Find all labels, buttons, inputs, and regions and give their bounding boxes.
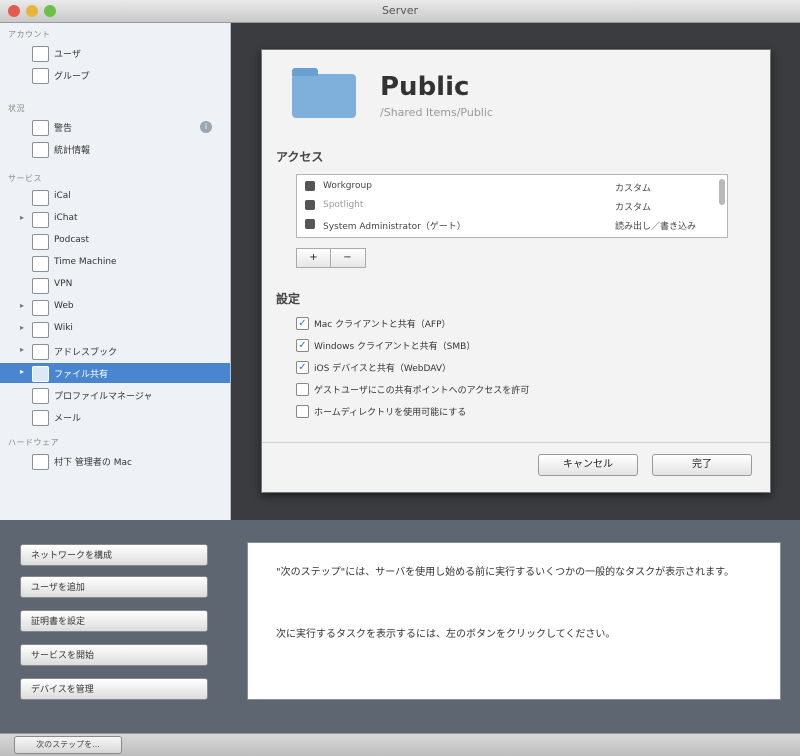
sidebar-section-hardware: ハードウェア (8, 438, 59, 447)
vpn-icon (32, 278, 49, 294)
add-remove-buttons: + − (296, 248, 366, 268)
disclosure-icon[interactable]: ▸ (20, 345, 24, 354)
sidebar-item-file-sharing[interactable]: ▸ ファイル共有 (0, 363, 230, 383)
disclosure-icon[interactable]: ▸ (20, 301, 24, 310)
content-pane: Public /Shared Items/Public アクセス Workgro… (231, 23, 800, 520)
chat-icon (32, 212, 49, 228)
webdav-checkbox-row[interactable]: ✓ iOS デバイスと共有（WebDAV） (296, 358, 716, 376)
add-users-button[interactable]: ユーザを追加 (20, 576, 208, 598)
group-icon (32, 68, 49, 84)
web-icon (32, 300, 49, 316)
sidebar-item-mail[interactable]: メール (0, 407, 230, 427)
disclosure-icon[interactable]: ▸ (20, 367, 24, 376)
next-steps-pane: ネットワークを構成 ユーザを追加 証明書を設定 サービスを開始 デバイスを管理 … (0, 520, 800, 733)
sidebar-item-web[interactable]: ▸ Web (0, 297, 230, 317)
message-line-1: "次のステップ"には、サーバを使用し始める前に実行するいくつかの一般的なタスクが… (276, 567, 735, 578)
guest-access-checkbox-row[interactable]: ゲストユーザにこの共有ポイントへのアクセスを許可 (296, 380, 716, 398)
checkbox[interactable] (296, 383, 309, 396)
sidebar-item-profile-manager[interactable]: プロファイルマネージャ (0, 385, 230, 405)
access-row[interactable]: System Administrator（ゲート） 読み出し／書き込み (297, 215, 711, 234)
checkbox[interactable] (296, 405, 309, 418)
sidebar-item-ical[interactable]: iCal (0, 187, 230, 207)
mac-icon (32, 454, 49, 470)
divider (262, 442, 770, 443)
next-steps-message: "次のステップ"には、サーバを使用し始める前に実行するいくつかの一般的なタスクが… (247, 542, 781, 700)
access-row[interactable]: Workgroup カスタム (297, 177, 711, 196)
sidebar-item-podcast[interactable]: Podcast (0, 231, 230, 251)
window-title: Server (381, 4, 419, 17)
profile-manager-icon (32, 388, 49, 404)
configure-network-button[interactable]: ネットワークを構成 (20, 544, 208, 566)
sidebar-section-accounts: アカウント (8, 30, 51, 39)
file-sharing-icon (32, 366, 49, 382)
sidebar-item-mac[interactable]: 村下 管理者の Mac (0, 451, 230, 471)
message-line-2: 次に実行するタスクを表示するには、左のボタンをクリックしてください。 (276, 629, 616, 640)
sidebar-item-vpn[interactable]: VPN (0, 275, 230, 295)
info-icon[interactable]: i (200, 121, 212, 133)
checkbox[interactable]: ✓ (296, 339, 309, 352)
user-icon (305, 219, 315, 229)
done-button[interactable]: 完了 (652, 454, 752, 476)
add-button[interactable]: + (297, 249, 330, 267)
sidebar-item-alerts[interactable]: 警告 i (0, 117, 230, 137)
manage-devices-button[interactable]: デバイスを管理 (20, 678, 208, 700)
share-settings-sheet: Public /Shared Items/Public アクセス Workgro… (261, 49, 771, 493)
access-heading: アクセス (276, 150, 324, 164)
podcast-icon (32, 234, 49, 250)
access-row[interactable]: Spotlight カスタム (297, 196, 711, 215)
wiki-icon (32, 322, 49, 338)
next-steps-toggle-button[interactable]: 次のステップを... (14, 736, 122, 754)
setup-certificate-button[interactable]: 証明書を設定 (20, 610, 208, 632)
disclosure-icon[interactable]: ▸ (20, 323, 24, 332)
access-list-scrollbar[interactable] (719, 179, 725, 205)
sidebar-section-services: サービス (8, 174, 42, 183)
share-title: Public (380, 72, 470, 102)
sidebar-item-wiki[interactable]: ▸ Wiki (0, 319, 230, 339)
title-bar: Server (0, 0, 800, 23)
checkbox[interactable]: ✓ (296, 317, 309, 330)
smb-checkbox-row[interactable]: ✓ Windows クライアントと共有（SMB） (296, 336, 716, 354)
share-path: /Shared Items/Public (380, 106, 493, 119)
folder-icon (292, 68, 356, 118)
mail-icon (32, 410, 49, 426)
sidebar-item-time-machine[interactable]: Time Machine (0, 253, 230, 273)
user-icon (305, 200, 315, 210)
time-machine-icon (32, 256, 49, 272)
stats-icon (32, 142, 49, 158)
settings-heading: 設定 (276, 292, 301, 306)
alert-icon (32, 120, 49, 136)
address-book-icon (32, 344, 49, 360)
checkbox[interactable]: ✓ (296, 361, 309, 374)
group-icon (305, 181, 315, 191)
disclosure-icon[interactable]: ▸ (20, 213, 24, 222)
cancel-button[interactable]: キャンセル (538, 454, 638, 476)
sidebar-item-address-book[interactable]: ▸ アドレスブック (0, 341, 230, 361)
status-bar: 次のステップを... (0, 733, 800, 756)
calendar-icon (32, 190, 49, 206)
sidebar-item-groups[interactable]: グループ (0, 65, 230, 85)
sidebar-section-status: 状況 (8, 104, 25, 113)
start-services-button[interactable]: サービスを開始 (20, 644, 208, 666)
home-dir-checkbox-row[interactable]: ホームディレクトリを使用可能にする (296, 402, 716, 420)
sidebar: アカウント ユーザ グループ 状況 警告 i 統計情報 サービス iCal ▸ iC… (0, 23, 231, 520)
remove-button[interactable]: − (330, 249, 364, 267)
access-list[interactable]: Workgroup カスタム Spotlight カスタム System Admin… (296, 174, 728, 238)
user-icon (32, 46, 49, 62)
afp-checkbox-row[interactable]: ✓ Mac クライアントと共有（AFP） (296, 314, 716, 332)
sidebar-item-stats[interactable]: 統計情報 (0, 139, 230, 159)
sidebar-item-users[interactable]: ユーザ (0, 43, 230, 63)
sidebar-item-ichat[interactable]: ▸ iChat (0, 209, 230, 229)
